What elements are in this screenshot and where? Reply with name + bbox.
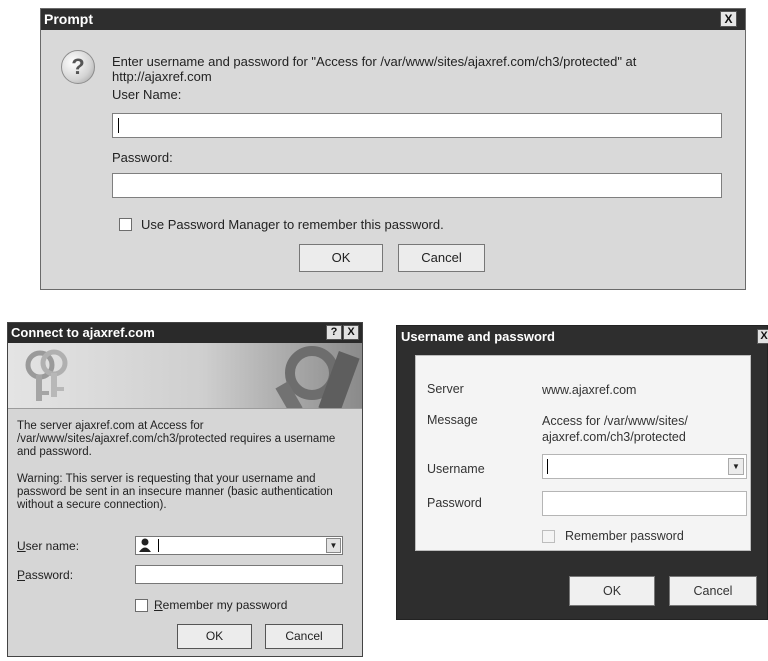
close-icon[interactable]: X [343, 325, 359, 340]
prompt-message: Enter username and password for "Access … [112, 54, 637, 84]
prompt-dialog-title: Prompt [44, 11, 93, 27]
username-label: Username [427, 462, 485, 476]
username-label: User name: [17, 539, 80, 553]
close-icon[interactable]: X [720, 11, 737, 27]
keys-icon [25, 349, 68, 401]
server-value: www.ajaxref.com [542, 383, 637, 397]
remember-checkbox[interactable] [135, 598, 148, 612]
server-label: Server [427, 382, 464, 396]
prompt-dialog-titlebar[interactable]: Prompt X [41, 9, 745, 30]
credentials-panel: Server www.ajaxref.com Message Access fo… [415, 355, 751, 551]
connect-dialog-titlebar[interactable]: Connect to ajaxref.com ? X [8, 323, 362, 343]
cancel-button[interactable]: Cancel [398, 244, 485, 272]
credentials-dialog: Username and password X Server www.ajaxr… [396, 325, 768, 620]
remember-checkbox[interactable] [119, 218, 132, 231]
message-value: Access for /var/www/sites/ ajaxref.com/c… [542, 414, 688, 444]
ok-button[interactable]: OK [177, 624, 252, 649]
cancel-button[interactable]: Cancel [669, 576, 757, 606]
connect-dialog-title: Connect to ajaxref.com [11, 325, 155, 340]
prompt-dialog: Prompt X ? Enter username and password f… [40, 8, 746, 290]
text-caret [547, 459, 548, 474]
remember-label: Use Password Manager to remember this pa… [141, 217, 444, 232]
connect-message: The server ajaxref.com at Access for /va… [17, 420, 336, 458]
connect-warning: Warning: This server is requesting that … [17, 473, 333, 511]
username-input[interactable] [112, 113, 722, 138]
close-icon[interactable]: X [757, 329, 768, 344]
password-input[interactable] [135, 565, 343, 584]
remember-checkbox[interactable] [542, 529, 555, 543]
text-caret [158, 539, 159, 552]
ok-button[interactable]: OK [569, 576, 655, 606]
text-caret [118, 118, 119, 133]
password-label: Password [427, 496, 482, 510]
username-combobox[interactable]: ▼ [542, 454, 747, 479]
username-label: User Name: [112, 87, 182, 102]
password-label: Password: [112, 150, 173, 165]
chevron-down-icon[interactable]: ▼ [728, 458, 744, 475]
remember-label: Remember my password [154, 598, 288, 612]
message-label: Message [427, 413, 478, 427]
remember-row: Use Password Manager to remember this pa… [119, 217, 444, 232]
user-icon [139, 538, 151, 552]
keys-watermark-icon [275, 346, 360, 408]
password-input[interactable] [542, 491, 747, 516]
password-label: Password: [17, 568, 74, 582]
password-input[interactable] [112, 173, 722, 198]
help-icon[interactable]: ? [326, 325, 342, 340]
remember-row: Remember password [542, 529, 684, 543]
chevron-down-icon[interactable]: ▼ [326, 538, 341, 553]
username-combobox[interactable]: ▼ [135, 536, 343, 555]
credentials-dialog-title: Username and password [401, 329, 555, 344]
connect-banner [8, 343, 362, 409]
cancel-button[interactable]: Cancel [265, 624, 343, 649]
credentials-dialog-titlebar[interactable]: Username and password X [397, 326, 768, 347]
ok-button[interactable]: OK [299, 244, 383, 272]
question-icon: ? [61, 50, 95, 84]
connect-dialog: Connect to ajaxref.com ? X The server aj… [7, 322, 363, 657]
remember-label: Remember password [565, 529, 684, 543]
remember-row: Remember my password [135, 598, 287, 612]
